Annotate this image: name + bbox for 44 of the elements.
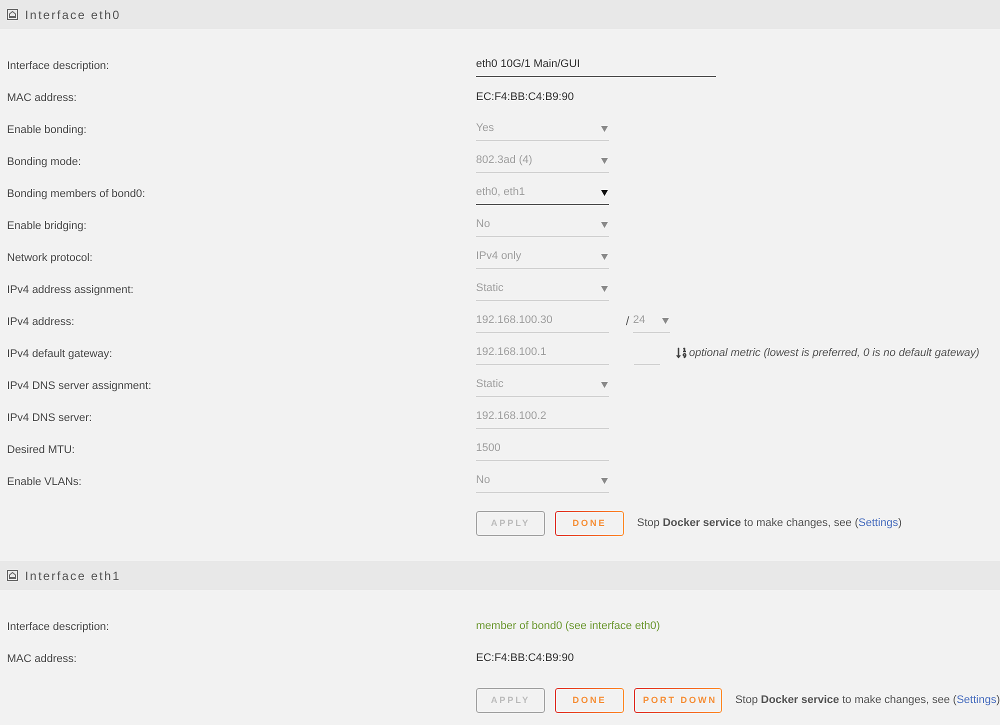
field-label: MAC address: (7, 92, 77, 104)
value-text: EC:F4:BB:C4:B9:90 (476, 90, 574, 105)
field-label: Interface description: (7, 60, 110, 72)
caret-icon (662, 318, 669, 324)
field-label: Network protocol: (7, 252, 93, 264)
section-title: Interface eth1 (25, 568, 121, 584)
field-label: IPv4 address assignment: (7, 284, 134, 296)
sort-numeric-icon (676, 347, 687, 359)
field-label: Desired MTU: (7, 444, 75, 456)
caret-icon (601, 190, 608, 196)
ethernet-port-icon (7, 9, 18, 20)
field-label: Enable bonding: (7, 124, 87, 136)
caret-icon (601, 478, 608, 484)
dropdown-select[interactable]: eth0, eth1 (476, 182, 609, 204)
action-button[interactable]: PORT DOWN (634, 688, 722, 713)
caret-icon (601, 254, 608, 260)
field-label: Interface description: (7, 621, 110, 633)
field-label: IPv4 address: (7, 316, 74, 328)
hint-text: optional metric (lowest is preferred, 0 is no default gateway) (689, 346, 980, 361)
settings-link[interactable]: Settings (858, 517, 898, 530)
field-label: Bonding mode: (7, 156, 81, 168)
settings-link[interactable]: Settings (956, 694, 996, 706)
action-button[interactable]: DONE (555, 511, 624, 536)
action-button[interactable]: DONE (555, 688, 624, 713)
section-title: Interface eth0 (25, 6, 121, 24)
field-label: IPv4 DNS server: (7, 412, 92, 424)
docker-note: Stop Docker service to make changes, see (Settings) (637, 516, 902, 532)
separator-text: / (624, 313, 630, 330)
field-label: Enable bridging: (7, 220, 87, 232)
field-label: Bonding members of bond0: (7, 188, 146, 200)
field-label: Enable VLANs: (7, 476, 82, 488)
caret-icon (601, 382, 608, 388)
caret-icon (601, 158, 608, 164)
field-label: IPv4 DNS server assignment: (7, 380, 152, 392)
text-field[interactable]: eth0 10G/1 Main/GUI (476, 54, 716, 76)
caret-icon (601, 286, 608, 292)
docker-note: Stop Docker service to make changes, see (Settings) (735, 693, 1000, 708)
field-label: IPv4 default gateway: (7, 348, 112, 360)
ethernet-port-icon (7, 570, 18, 581)
caret-icon (601, 222, 608, 228)
field-label: MAC address: (7, 653, 77, 665)
caret-icon (601, 126, 608, 132)
value-text: EC:F4:BB:C4:B9:90 (476, 650, 574, 666)
status-text: member of bond0 (see interface eth0) (476, 618, 660, 634)
